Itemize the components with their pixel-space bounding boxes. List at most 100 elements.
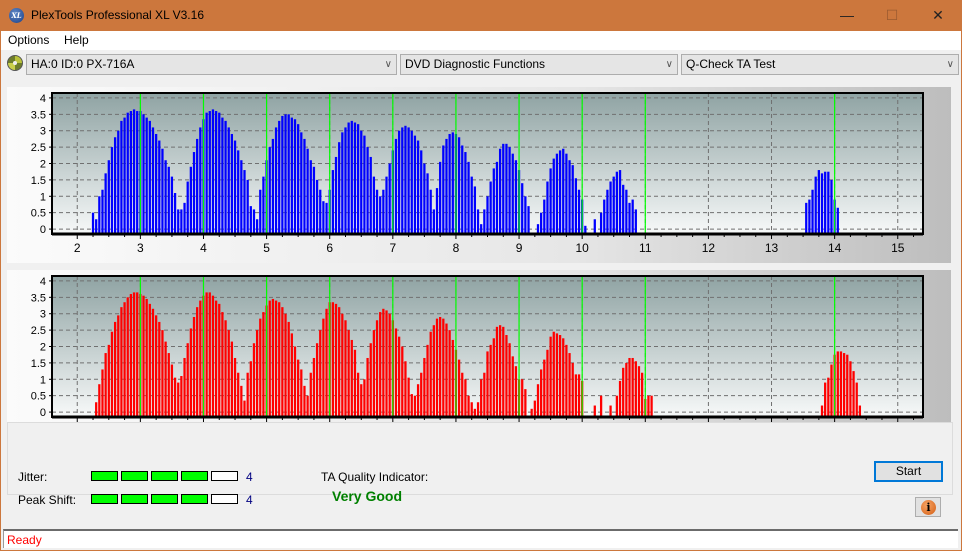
histogram-bar	[325, 308, 328, 417]
histogram-bar	[350, 339, 353, 417]
histogram-bar	[439, 316, 442, 417]
histogram-bar	[540, 369, 543, 417]
histogram-bar	[259, 318, 262, 417]
histogram-bar	[429, 189, 432, 234]
histogram-bar	[353, 349, 357, 417]
histogram-bar	[356, 124, 360, 234]
histogram-bar	[180, 209, 183, 234]
histogram-bar	[552, 331, 555, 417]
histogram-bar	[565, 344, 568, 417]
histogram-bar	[268, 147, 271, 234]
histogram-bar	[205, 292, 208, 417]
histogram-bar	[104, 173, 107, 234]
histogram-bar	[647, 395, 650, 417]
minimize-button[interactable]: —	[824, 0, 870, 31]
histogram-bar	[334, 303, 338, 417]
histogram-bar	[420, 150, 423, 234]
histogram-bar	[284, 114, 287, 234]
histogram-bar	[211, 295, 215, 417]
histogram-bar	[426, 344, 429, 417]
histogram-bar	[255, 330, 259, 417]
histogram-bar	[309, 160, 312, 234]
histogram-bar	[177, 209, 180, 234]
histogram-bar	[524, 196, 527, 234]
status-text: Ready	[7, 533, 42, 547]
histogram-bar	[464, 379, 467, 417]
histogram-bar	[830, 364, 833, 417]
test-select[interactable]: Q-Check TA Test ∨	[681, 54, 959, 75]
function-select[interactable]: DVD Diagnostic Functions ∨	[400, 54, 678, 75]
y-tick-label: 3	[40, 126, 46, 138]
info-button[interactable]: i	[915, 497, 941, 517]
histogram-bar	[543, 199, 546, 234]
histogram-bar	[432, 325, 435, 417]
drive-select[interactable]: HA:0 ID:0 PX-716A ∨	[26, 54, 397, 75]
histogram-bar	[382, 308, 385, 417]
histogram-bar	[527, 206, 530, 234]
histogram-bar	[486, 351, 489, 417]
histogram-bar	[599, 212, 603, 234]
histogram-bar	[117, 315, 120, 417]
histogram-bar	[338, 142, 341, 234]
histogram-bar	[319, 330, 322, 417]
histogram-bar	[388, 163, 391, 234]
histogram-bar	[107, 160, 110, 234]
histogram-bar	[192, 316, 196, 417]
histogram-bar	[218, 303, 221, 417]
histogram-bar	[628, 202, 631, 234]
histogram-bar	[442, 318, 445, 417]
histogram-bar	[423, 357, 426, 417]
histogram-bar	[224, 120, 227, 234]
histogram-bar	[435, 318, 439, 417]
histogram-bar	[224, 320, 227, 417]
histogram-bar	[281, 307, 284, 417]
histogram-bar	[827, 171, 830, 234]
histogram-bar	[120, 120, 123, 234]
histogram-bar	[255, 219, 259, 234]
histogram-bar	[123, 302, 126, 417]
histogram-bar	[618, 170, 622, 234]
histogram-bar	[618, 380, 622, 417]
histogram-bar	[148, 303, 151, 417]
histogram-bar	[839, 351, 843, 417]
histogram-bar	[511, 356, 514, 417]
histogram-bar	[574, 178, 577, 234]
histogram-bar	[183, 357, 186, 417]
menu-options[interactable]: Options	[8, 33, 49, 47]
histogram-bar	[820, 405, 824, 417]
jitter-label: Jitter:	[18, 470, 48, 484]
close-button[interactable]: ✕	[915, 0, 961, 31]
histogram-bar	[173, 193, 177, 234]
menu-help[interactable]: Help	[64, 33, 89, 47]
histogram-bar	[394, 328, 398, 417]
start-button[interactable]: Start	[874, 461, 943, 482]
histogram-bar	[155, 315, 158, 417]
histogram-bar	[817, 170, 820, 234]
histogram-bar	[830, 179, 833, 234]
test-select-value: Q-Check TA Test	[686, 57, 776, 71]
histogram-bar	[398, 336, 401, 417]
histogram-bar	[120, 307, 123, 417]
histogram-bar	[622, 184, 625, 234]
histogram-bar	[495, 161, 499, 234]
maximize-button[interactable]: ☐	[869, 0, 915, 31]
histogram-bar	[363, 379, 366, 417]
histogram-bar	[347, 122, 350, 234]
histogram-bar	[107, 344, 110, 417]
histogram-bar	[303, 385, 306, 417]
histogram-bar	[306, 148, 309, 234]
y-tick-label: 2	[40, 159, 46, 171]
histogram-bar	[457, 359, 461, 417]
app-window: XL PlexTools Professional XL V3.16 — ☐ ✕…	[0, 0, 962, 551]
histogram-bar	[180, 376, 183, 417]
jitter-meter-segment	[151, 471, 178, 481]
x-tick-label: 10	[575, 241, 589, 255]
histogram-bar	[290, 333, 293, 417]
histogram-bar	[448, 330, 451, 417]
histogram-bar	[558, 150, 562, 234]
title-bar: XL PlexTools Professional XL V3.16 — ☐ ✕	[0, 0, 962, 31]
jitter-meter-segment	[211, 471, 238, 481]
histogram-bar	[312, 166, 316, 234]
histogram-bar	[543, 359, 546, 417]
histogram-bar	[126, 112, 129, 234]
